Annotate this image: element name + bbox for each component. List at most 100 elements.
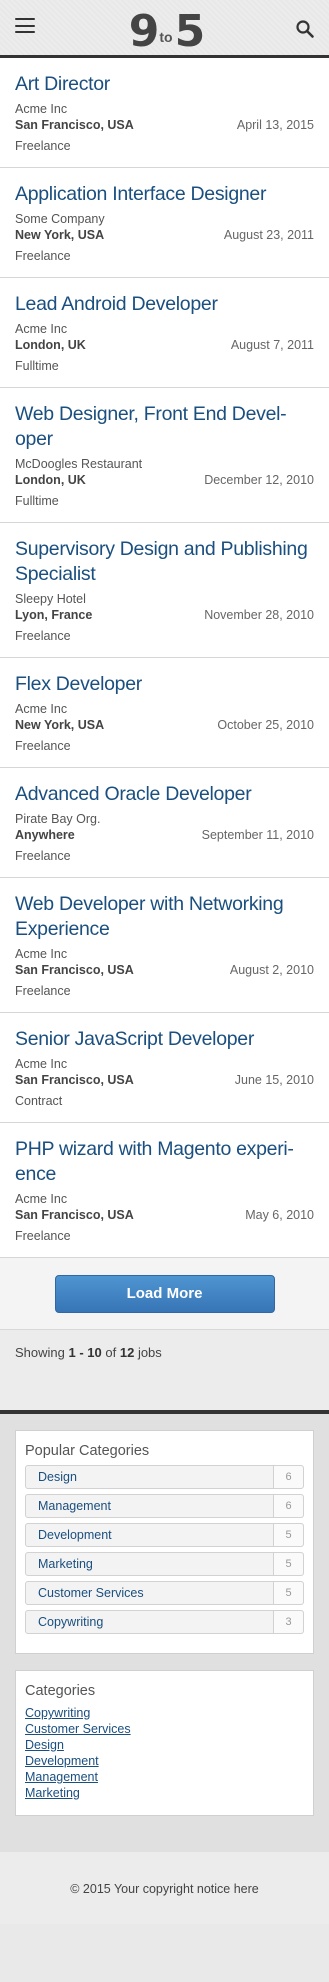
job-listing[interactable]: Web Developer with Networking Experience… bbox=[0, 878, 329, 1013]
showing-range: 1 - 10 bbox=[68, 1345, 102, 1360]
category-label: Design bbox=[38, 1470, 77, 1484]
category-link[interactable]: Design bbox=[25, 1737, 304, 1753]
job-listing[interactable]: Web Designer, Front End Devel-oper McDoog… bbox=[0, 388, 329, 523]
job-date: September 11, 2010 bbox=[201, 828, 314, 842]
showing-of: of bbox=[105, 1345, 117, 1360]
copyright-text: © 2015 Your copyright notice here bbox=[70, 1882, 259, 1896]
load-more-button[interactable]: Load More bbox=[54, 1275, 275, 1313]
job-location: San Francisco, USA bbox=[15, 118, 134, 132]
search-icon[interactable] bbox=[295, 19, 315, 39]
popular-category-item[interactable]: Copywriting 3 bbox=[25, 1610, 304, 1634]
job-listing[interactable]: Supervisory Design and Publishing Specia… bbox=[0, 523, 329, 658]
popular-category-item[interactable]: Management 6 bbox=[25, 1494, 304, 1518]
category-label: Development bbox=[38, 1528, 112, 1542]
job-company: Acme Inc bbox=[15, 1057, 68, 1071]
job-company: Acme Inc bbox=[15, 322, 68, 336]
job-date: October 25, 2010 bbox=[217, 718, 314, 732]
category-count: 6 bbox=[273, 1466, 303, 1488]
job-listing[interactable]: Advanced Oracle Developer Pirate Bay Org.… bbox=[0, 768, 329, 878]
job-company: Acme Inc bbox=[15, 102, 68, 116]
job-date: August 7, 2011 bbox=[230, 338, 314, 352]
job-listing[interactable]: Lead Android Developer Acme Inc London, UK… bbox=[0, 278, 329, 388]
showing-suffix: jobs bbox=[137, 1345, 162, 1360]
category-count: 5 bbox=[273, 1524, 303, 1546]
job-date: November 28, 2010 bbox=[204, 608, 314, 622]
job-location: San Francisco, USA bbox=[15, 1073, 134, 1087]
job-company: Acme Inc bbox=[15, 947, 68, 961]
category-link[interactable]: Management bbox=[25, 1769, 304, 1785]
job-meta: San Francisco, USA April 13, 2015 bbox=[15, 117, 314, 134]
job-meta: New York, USA August 23, 2011 bbox=[15, 227, 314, 244]
job-company: Sleepy Hotel bbox=[15, 592, 86, 606]
job-title[interactable]: Application Interface Designer bbox=[15, 182, 314, 207]
job-type: Freelance bbox=[15, 249, 71, 263]
hamburger-icon[interactable] bbox=[15, 18, 35, 33]
job-type: Freelance bbox=[15, 739, 71, 753]
job-list: Art Director Acme Inc San Francisco, USA Ap… bbox=[0, 58, 329, 1258]
job-title[interactable]: Art Director bbox=[15, 72, 314, 97]
job-title[interactable]: Lead Android Developer bbox=[15, 292, 314, 317]
popular-category-item[interactable]: Marketing 5 bbox=[25, 1552, 304, 1576]
popular-category-item[interactable]: Design 6 bbox=[25, 1465, 304, 1489]
job-listing[interactable]: Art Director Acme Inc San Francisco, USA Ap… bbox=[0, 58, 329, 168]
job-date: August 23, 2011 bbox=[223, 228, 314, 242]
job-location: London, UK bbox=[15, 473, 86, 487]
job-date: December 12, 2010 bbox=[204, 473, 314, 487]
job-location: New York, USA bbox=[15, 718, 105, 732]
category-label: Copywriting bbox=[38, 1615, 104, 1629]
categories-widget: Categories Copywriting Customer Services D… bbox=[15, 1670, 314, 1816]
category-link[interactable]: Development bbox=[25, 1753, 304, 1769]
categories-title: Categories bbox=[25, 1683, 96, 1699]
job-listing[interactable]: Flex Developer Acme Inc New York, USA Octob… bbox=[0, 658, 329, 768]
job-listing[interactable]: Senior JavaScript Developer Acme Inc San F… bbox=[0, 1013, 329, 1123]
logo-to: to bbox=[159, 29, 173, 45]
job-meta: London, UK August 7, 2011 bbox=[15, 337, 314, 354]
job-location: London, UK bbox=[15, 338, 86, 352]
job-title[interactable]: Advanced Oracle Developer bbox=[15, 782, 314, 807]
job-type: Freelance bbox=[15, 984, 71, 998]
category-link[interactable]: Customer Services bbox=[25, 1721, 304, 1737]
category-count: 5 bbox=[273, 1553, 303, 1575]
logo[interactable]: 9 to 5 bbox=[120, 10, 212, 54]
job-listing[interactable]: Application Interface Designer Some Compa… bbox=[0, 168, 329, 278]
popular-category-item[interactable]: Development 5 bbox=[25, 1523, 304, 1547]
job-type: Freelance bbox=[15, 139, 71, 153]
job-type: Freelance bbox=[15, 849, 71, 863]
job-meta: London, UK December 12, 2010 bbox=[15, 472, 314, 489]
job-date: August 2, 2010 bbox=[229, 963, 314, 977]
job-meta: Lyon, France November 28, 2010 bbox=[15, 607, 314, 624]
job-title[interactable]: Supervisory Design and Publishing Specia… bbox=[15, 537, 314, 587]
job-location: Anywhere bbox=[15, 828, 75, 842]
job-title[interactable]: Senior JavaScript Developer bbox=[15, 1027, 314, 1052]
footer: © 2015 Your copyright notice here bbox=[0, 1852, 329, 1924]
job-location: San Francisco, USA bbox=[15, 1208, 134, 1222]
job-company: Acme Inc bbox=[15, 1192, 68, 1206]
job-title[interactable]: Web Developer with Networking Experience bbox=[15, 892, 314, 942]
header: 9 to 5 bbox=[0, 0, 329, 58]
category-link[interactable]: Copywriting bbox=[25, 1705, 304, 1721]
job-location: San Francisco, USA bbox=[15, 963, 134, 977]
job-title[interactable]: Flex Developer bbox=[15, 672, 314, 697]
showing-prefix: Showing bbox=[15, 1345, 65, 1360]
category-link[interactable]: Marketing bbox=[25, 1785, 304, 1801]
job-company: Acme Inc bbox=[15, 702, 68, 716]
category-label: Customer Services bbox=[38, 1586, 144, 1600]
page: 9 to 5 Art Director Acme Inc San Francisco… bbox=[0, 0, 329, 1924]
showing-total: 12 bbox=[119, 1345, 135, 1360]
job-type: Fulltime bbox=[15, 494, 59, 508]
job-listing[interactable]: PHP wizard with Magento experi-ence Acme … bbox=[0, 1123, 329, 1258]
results-count: Showing 1 - 10 of 12 jobs bbox=[0, 1330, 329, 1410]
popular-category-item[interactable]: Customer Services 5 bbox=[25, 1581, 304, 1605]
job-company: Pirate Bay Org. bbox=[15, 812, 101, 826]
job-location: New York, USA bbox=[15, 228, 105, 242]
job-type: Freelance bbox=[15, 629, 71, 643]
job-meta: San Francisco, USA June 15, 2010 bbox=[15, 1072, 314, 1089]
job-meta: San Francisco, USA August 2, 2010 bbox=[15, 962, 314, 979]
job-title[interactable]: Web Designer, Front End Devel-oper bbox=[15, 402, 314, 452]
popular-categories-title: Popular Categories bbox=[25, 1443, 150, 1459]
job-meta: San Francisco, USA May 6, 2010 bbox=[15, 1207, 314, 1224]
logo-nine: 9 bbox=[128, 6, 160, 57]
job-meta: New York, USA October 25, 2010 bbox=[15, 717, 314, 734]
popular-categories-widget: Popular Categories Design 6 Management 6 Dev… bbox=[15, 1430, 314, 1654]
job-title[interactable]: PHP wizard with Magento experi-ence bbox=[15, 1137, 314, 1187]
